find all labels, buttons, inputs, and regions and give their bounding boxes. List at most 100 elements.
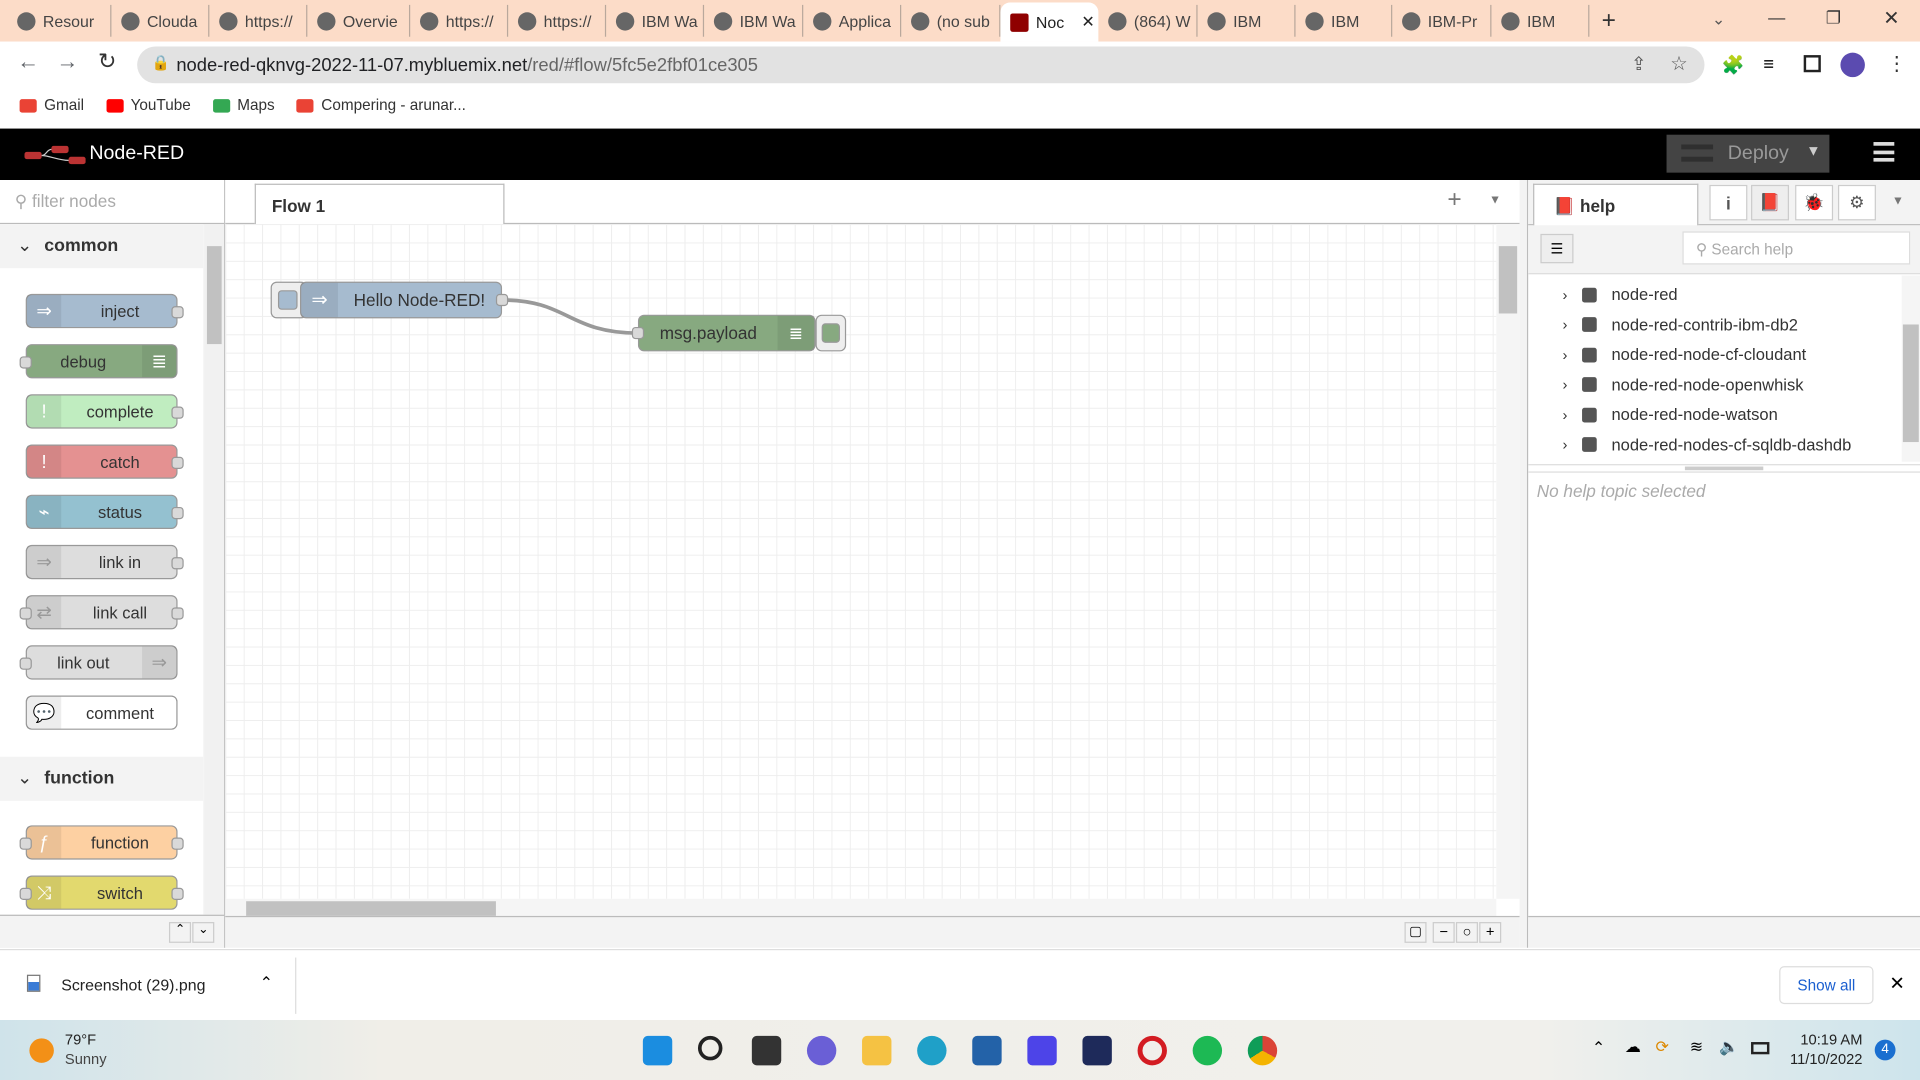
browser-tab[interactable]: (864) W <box>1098 4 1198 37</box>
clock-date[interactable]: 11/10/2022 <box>1788 1051 1862 1068</box>
photoshop-icon[interactable] <box>1082 1035 1112 1066</box>
add-flow-button[interactable]: + <box>1447 186 1461 214</box>
help-tree-item[interactable]: › node-red-node-cf-cloudant <box>1562 345 1806 363</box>
onedrive-icon[interactable]: ☁ <box>1625 1037 1641 1057</box>
palette-node-link-call[interactable]: ⇄ link call <box>19 595 184 630</box>
weather-temp[interactable]: 79°F <box>65 1031 96 1048</box>
browser-tab[interactable]: (no sub <box>901 4 1001 37</box>
bookmark[interactable]: YouTube <box>106 97 191 114</box>
browser-tab[interactable]: IBM <box>1296 4 1393 37</box>
reload-button[interactable]: ↻ <box>98 49 116 75</box>
collapse-all-button[interactable]: ⌃ <box>168 922 192 943</box>
zoom-reset-button[interactable]: ○ <box>1455 922 1478 943</box>
address-bar[interactable]: 🔒 node-red-qknvg-2022-11-07.mybluemix.ne… <box>137 46 1705 84</box>
download-options-icon[interactable]: ⌃ <box>260 973 273 993</box>
flow-canvas[interactable]: ⇒ Hello Node-RED! msg.payload ≣ <box>225 224 1497 899</box>
close-tab-icon[interactable]: ✕ <box>1081 12 1094 32</box>
show-all-button[interactable]: Show all <box>1779 966 1874 1005</box>
star-icon[interactable]: ☆ <box>1670 51 1688 75</box>
teams-icon[interactable] <box>806 1035 837 1066</box>
browser-tab[interactable]: https:// <box>508 4 607 37</box>
volume-icon[interactable]: 🔈 <box>1719 1037 1739 1057</box>
sync-icon[interactable]: ⟳ <box>1656 1037 1669 1057</box>
debug-toggle-button[interactable] <box>815 314 847 352</box>
app-icon[interactable] <box>1027 1035 1057 1066</box>
zoom-out-button[interactable]: − <box>1432 922 1455 943</box>
tab-help[interactable]: 📕 help <box>1533 183 1699 227</box>
chevron-right-icon[interactable]: › <box>1562 316 1567 333</box>
palette-category-function[interactable]: ⌄ function <box>0 756 204 801</box>
close-window-button[interactable]: ✕ <box>1883 6 1899 30</box>
tab-flow-1[interactable]: Flow 1 <box>254 183 505 226</box>
new-tab-button[interactable]: + <box>1602 7 1616 35</box>
browser-tab[interactable]: IBM Wa <box>704 4 804 37</box>
sidebar-separator[interactable] <box>1519 180 1527 948</box>
close-download-bar-icon[interactable]: ✕ <box>1889 972 1904 994</box>
input-port[interactable] <box>631 326 645 340</box>
horizontal-scrollbar[interactable] <box>225 898 1497 916</box>
profile-avatar[interactable] <box>1840 52 1865 78</box>
browser-tab[interactable]: Applica <box>803 4 902 37</box>
palette-node-link-in[interactable]: ⇒ link in <box>25 544 184 580</box>
help-tree-item[interactable]: › node-red-node-watson <box>1562 405 1777 423</box>
filter-nodes-input[interactable]: ⚲ filter nodes <box>0 180 225 225</box>
palette-scrollbar[interactable] <box>204 224 225 915</box>
restore-button[interactable]: ❐ <box>1826 7 1841 28</box>
help-list-scrollbar[interactable] <box>1901 275 1920 462</box>
sidebar-menu-button[interactable]: ▼ <box>1892 195 1904 208</box>
palette-node-comment[interactable]: 💬 comment <box>25 695 178 730</box>
deploy-button[interactable]: Deploy ▼ <box>1666 134 1830 173</box>
palette-category-common[interactable]: ⌄ common <box>0 224 204 269</box>
flow-node-debug[interactable]: msg.payload ≣ <box>631 314 816 352</box>
palette-node-complete[interactable]: ! complete <box>25 394 184 429</box>
forward-button[interactable]: → <box>56 49 78 75</box>
list-toggle-icon[interactable]: ☰ <box>1540 233 1574 264</box>
tab-search-icon[interactable]: ⌄ <box>1712 10 1725 30</box>
chevron-right-icon[interactable]: › <box>1562 436 1567 453</box>
battery-icon[interactable] <box>1751 1042 1770 1055</box>
help-tree-item[interactable]: › node-red-nodes-cf-sqldb-dashdb <box>1562 435 1851 453</box>
book-icon[interactable]: 📕 <box>1751 184 1789 221</box>
bookmark[interactable]: Gmail <box>19 97 84 114</box>
search-help-input[interactable]: ⚲ Search help <box>1682 231 1911 265</box>
browser-tab[interactable]: IBM Wa <box>606 4 705 37</box>
browser-tab[interactable]: Clouda <box>111 4 210 37</box>
browser-tab[interactable]: IBM <box>1198 4 1296 37</box>
notification-badge[interactable]: 4 <box>1874 1039 1896 1061</box>
edge-icon[interactable] <box>917 1035 947 1066</box>
browser-tab[interactable]: Overvie <box>307 4 411 37</box>
browser-tab[interactable]: Resour <box>7 4 112 37</box>
chevron-right-icon[interactable]: › <box>1562 406 1567 423</box>
share-icon[interactable]: ⇪ <box>1631 53 1646 75</box>
zoom-in-button[interactable]: + <box>1479 922 1502 943</box>
browser-menu-icon[interactable]: ⋮ <box>1887 51 1907 75</box>
opera-icon[interactable] <box>1137 1035 1167 1066</box>
help-tree-item[interactable]: › node-red <box>1562 285 1677 303</box>
browser-tab[interactable]: IBM-Pr <box>1392 4 1492 37</box>
vertical-scrollbar[interactable] <box>1496 224 1520 899</box>
palette-node-status[interactable]: ⌁ status <box>25 494 184 529</box>
media-icon[interactable]: ≡ <box>1763 54 1774 75</box>
browser-tab[interactable]: IBM <box>1491 4 1590 37</box>
bookmark[interactable]: Compering - arunar... <box>296 97 466 114</box>
palette-node-debug[interactable]: ≣ debug <box>19 344 178 379</box>
palette-node-inject[interactable]: ⇒ inject <box>25 293 184 329</box>
search-icon[interactable] <box>697 1035 723 1061</box>
bug-icon[interactable]: 🐞 <box>1795 184 1834 221</box>
help-tree-item[interactable]: › node-red-contrib-ibm-db2 <box>1562 315 1798 333</box>
weather-condition[interactable]: Sunny <box>65 1051 107 1068</box>
wire[interactable] <box>225 224 1496 899</box>
gear-icon[interactable]: ⚙ <box>1837 184 1876 221</box>
palette-node-link-out[interactable]: ⇒ link out <box>19 645 178 680</box>
flow-list-button[interactable]: ▼ <box>1489 193 1501 206</box>
task-view-icon[interactable] <box>751 1035 782 1066</box>
palette-node-catch[interactable]: ! catch <box>25 444 184 479</box>
clock-time[interactable]: 10:19 AM <box>1794 1031 1862 1048</box>
file-explorer-icon[interactable] <box>862 1035 892 1066</box>
wifi-icon[interactable]: ≋ <box>1690 1037 1703 1057</box>
chevron-right-icon[interactable]: › <box>1562 346 1567 363</box>
chevron-right-icon[interactable]: › <box>1562 286 1567 303</box>
store-icon[interactable] <box>972 1035 1002 1066</box>
side-panel-icon[interactable] <box>1803 55 1821 73</box>
palette-node-function[interactable]: ƒ function <box>19 825 184 860</box>
